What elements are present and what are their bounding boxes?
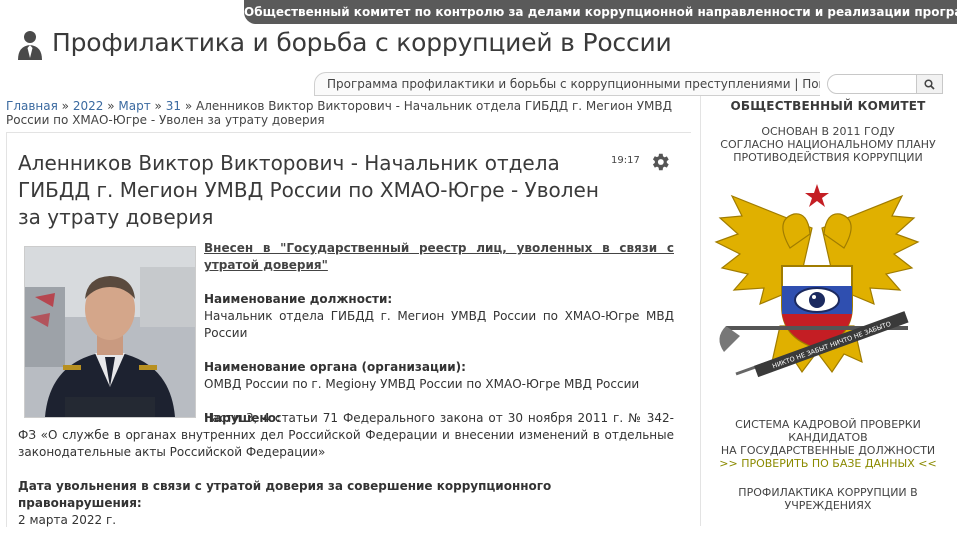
hr-line: СИСТЕМА КАДРОВОЙ ПРОВЕРКИ xyxy=(735,418,921,431)
search-icon xyxy=(924,78,935,90)
position-value: Начальник отдела ГИБДД г. Мегион УМВД Ро… xyxy=(204,309,674,340)
site-title[interactable]: Профилактика и борьба с коррупцией в Рос… xyxy=(52,28,672,57)
hr-line: КАНДИДАТОВ xyxy=(788,431,868,444)
breadcrumb-home[interactable]: Главная xyxy=(6,99,58,113)
article-time: 19:17 xyxy=(611,155,640,166)
founded-line: ПРОТИВОДЕЙСТВИЯ КОРРУПЦИИ xyxy=(733,151,923,164)
organ-label: Наименование органа (организации): xyxy=(204,360,466,374)
prevention-line: ПРОФИЛАКТИКА КОРРУПЦИИ В xyxy=(738,486,918,499)
prevention-line: УЧРЕЖДЕНИЯХ xyxy=(784,499,872,512)
organ-value: ОМВД России по г. Megiону УМВД России по… xyxy=(204,377,640,391)
search-button[interactable] xyxy=(917,74,943,94)
sidebar-prevention[interactable]: ПРОФИЛАКТИКА КОРРУПЦИИ В УЧРЕЖДЕНИЯХ xyxy=(708,486,948,512)
registry-link[interactable]: Внесен в "Государственный реестр лиц, ув… xyxy=(204,240,674,274)
position-label: Наименование должности: xyxy=(204,292,393,306)
founded-line: СОГЛАСНО НАЦИОНАЛЬНОМУ ПЛАНУ xyxy=(720,138,936,151)
check-database-link[interactable]: >> ПРОВЕРИТЬ ПО БАЗЕ ДАННЫХ << xyxy=(719,457,936,470)
official-photo xyxy=(24,246,196,418)
hr-line: НА ГОСУДАРСТВЕННЫЕ ДОЛЖНОСТИ xyxy=(720,444,936,457)
sidebar-hr-check: СИСТЕМА КАДРОВОЙ ПРОВЕРКИ КАНДИДАТОВ НА … xyxy=(708,418,948,470)
search-input[interactable] xyxy=(827,74,917,94)
breadcrumb-separator: » xyxy=(61,99,70,113)
breadcrumb-current: Аленников Виктор Викторович - Начальник … xyxy=(6,99,673,127)
breadcrumb: Главная » 2022 » Март » 31 » Аленников В… xyxy=(6,99,692,127)
founded-line: ОСНОВАН В 2011 ГОДУ xyxy=(761,125,895,138)
dismissal-value: 2 марта 2022 г. xyxy=(18,513,117,527)
program-bar[interactable]: Программа профилактики и борьбы с корруп… xyxy=(314,72,820,96)
breadcrumb-separator: » xyxy=(184,99,193,113)
sidebar-founded: ОСНОВАН В 2011 ГОДУ СОГЛАСНО НАЦИОНАЛЬНО… xyxy=(708,125,948,164)
dismissal-block: Дата увольнения в связи с утратой довери… xyxy=(18,478,678,546)
top-banner: Общественный комитет по контролю за дела… xyxy=(244,0,957,24)
committee-emblem[interactable]: НИКТО НЕ ЗАБЫТ НИЧТО НЕ ЗАБЫТО xyxy=(712,176,922,388)
person-tie-icon xyxy=(18,31,42,60)
breadcrumb-separator: » xyxy=(107,99,115,113)
article-title: Аленников Виктор Викторович - Начальник … xyxy=(18,151,599,229)
gear-icon[interactable] xyxy=(649,151,671,173)
breadcrumb-separator: » xyxy=(154,99,162,113)
breadcrumb-year[interactable]: 2022 xyxy=(73,99,104,113)
article-body: Внесен в "Государственный реестр лиц, ув… xyxy=(204,240,674,427)
sidebar-heading: ОБЩЕСТВЕННЫЙ КОМИТЕТ xyxy=(730,99,926,113)
violation-value: Части 3, 4 статьи 71 Федерального закона… xyxy=(18,411,674,459)
breadcrumb-day[interactable]: 31 xyxy=(166,99,181,113)
breadcrumb-month[interactable]: Март xyxy=(118,99,150,113)
dismissal-label: Дата увольнения в связи с утратой довери… xyxy=(18,479,552,510)
